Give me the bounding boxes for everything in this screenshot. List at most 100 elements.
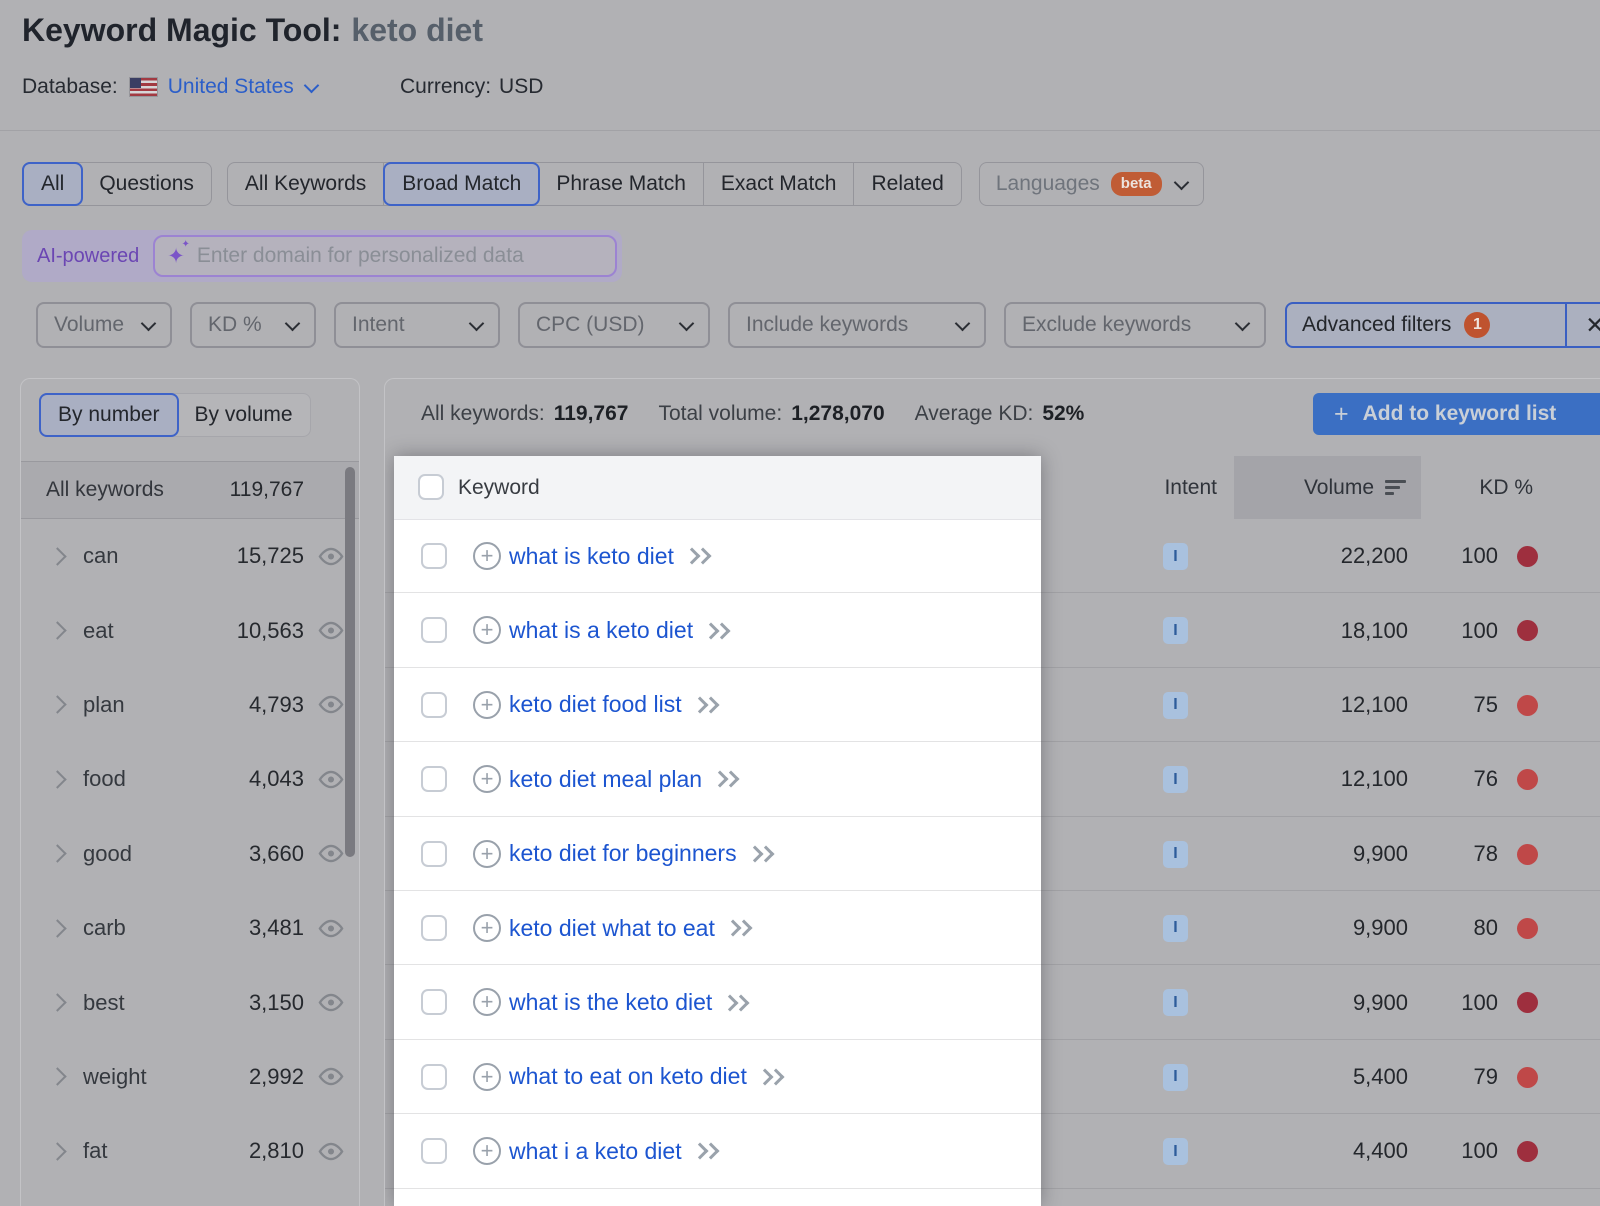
database-value-link[interactable]: United States xyxy=(168,75,294,99)
sidebar-group-row[interactable]: fat 2,810 xyxy=(21,1114,359,1188)
row-checkbox[interactable] xyxy=(421,692,447,718)
advanced-filters-close-button[interactable]: ✕ xyxy=(1565,304,1600,346)
keyword-link[interactable]: what is keto diet xyxy=(509,519,709,593)
column-header-keyword[interactable]: Keyword xyxy=(458,456,540,519)
tab-phrase-match[interactable]: Phrase Match xyxy=(539,163,704,205)
row-checkbox[interactable] xyxy=(421,543,447,569)
add-to-keyword-list-button[interactable]: + Add to keyword list xyxy=(1313,393,1600,435)
keyword-link[interactable]: what i a keto diet xyxy=(509,1114,717,1188)
eye-icon[interactable] xyxy=(317,1141,345,1161)
row-checkbox[interactable] xyxy=(421,1138,447,1164)
chevron-down-icon xyxy=(141,315,157,331)
add-keyword-icon[interactable] xyxy=(473,988,501,1016)
row-checkbox[interactable] xyxy=(421,1064,447,1090)
advanced-filters-button[interactable]: Advanced filters 1 xyxy=(1287,304,1565,346)
eye-icon[interactable] xyxy=(317,993,345,1013)
sidebar-group-row[interactable]: weight 2,992 xyxy=(21,1040,359,1114)
table-row: what is keto diet I 22,200 100 xyxy=(385,519,1600,593)
domain-input[interactable] xyxy=(195,243,603,269)
eye-icon[interactable] xyxy=(317,546,345,566)
chevron-right-icon[interactable] xyxy=(48,1142,66,1160)
tab-exact-match[interactable]: Exact Match xyxy=(704,163,855,205)
tab-questions[interactable]: Questions xyxy=(82,163,211,205)
tab-related[interactable]: Related xyxy=(854,163,960,205)
keywords-table-panel: All keywords: 119,767 Total volume: 1,27… xyxy=(384,378,1600,1206)
keyword-link[interactable]: keto diet what to eat xyxy=(509,891,750,965)
tab-all[interactable]: All xyxy=(22,162,83,206)
add-keyword-icon[interactable] xyxy=(473,616,501,644)
database-label: Database: xyxy=(22,75,118,99)
kd-dot xyxy=(1517,546,1538,567)
column-header-kd[interactable]: KD % xyxy=(1479,456,1533,519)
eye-icon[interactable] xyxy=(317,1067,345,1087)
tab-broad-match[interactable]: Broad Match xyxy=(383,162,540,206)
chevron-right-icon[interactable] xyxy=(48,919,66,937)
keyword-link[interactable]: what is the keto diet xyxy=(509,965,747,1039)
sidebar-group-row[interactable]: carb 3,481 xyxy=(21,891,359,965)
add-keyword-icon[interactable] xyxy=(473,691,501,719)
sidebar-group-row[interactable]: can 15,725 xyxy=(21,519,359,593)
toggle-by-number[interactable]: By number xyxy=(39,393,179,437)
sidebar-group-row[interactable]: food 4,043 xyxy=(21,742,359,816)
add-keyword-icon[interactable] xyxy=(473,840,501,868)
sidebar-group-row[interactable]: best 3,150 xyxy=(21,965,359,1039)
add-keyword-icon[interactable] xyxy=(473,1137,501,1165)
eye-icon[interactable] xyxy=(317,918,345,938)
sidebar-group-row[interactable]: eat 10,563 xyxy=(21,593,359,667)
kd-dot xyxy=(1517,1067,1538,1088)
chevron-right-icon[interactable] xyxy=(48,696,66,714)
chevron-down-icon[interactable] xyxy=(304,77,320,93)
domain-input-wrap[interactable]: ✦ xyxy=(153,235,617,277)
row-checkbox[interactable] xyxy=(421,841,447,867)
volume-filter-dropdown[interactable]: Volume xyxy=(36,302,172,348)
double-chevron-icon xyxy=(727,922,750,934)
languages-dropdown[interactable]: Languages beta xyxy=(979,162,1204,206)
kd-filter-dropdown[interactable]: KD % xyxy=(190,302,316,348)
eye-icon[interactable] xyxy=(317,695,345,715)
add-keyword-icon[interactable] xyxy=(473,542,501,570)
row-checkbox[interactable] xyxy=(421,915,447,941)
kd-dot xyxy=(1517,1141,1538,1162)
sidebar-group-row[interactable]: plan 4,793 xyxy=(21,668,359,742)
sidebar-scrollbar[interactable] xyxy=(345,467,355,857)
kd-dot xyxy=(1517,769,1538,790)
select-all-checkbox[interactable] xyxy=(418,474,444,500)
exclude-keywords-dropdown[interactable]: Exclude keywords xyxy=(1004,302,1266,348)
sidebar-group-row[interactable]: good 3,660 xyxy=(21,817,359,891)
chevron-right-icon[interactable] xyxy=(48,621,66,639)
toggle-by-volume[interactable]: By volume xyxy=(178,394,310,436)
chevron-right-icon[interactable] xyxy=(48,547,66,565)
keyword-link[interactable]: keto diet meal plan xyxy=(509,742,737,816)
eye-icon[interactable] xyxy=(317,844,345,864)
add-keyword-icon[interactable] xyxy=(473,765,501,793)
chevron-right-icon[interactable] xyxy=(48,845,66,863)
column-header-volume[interactable]: Volume xyxy=(1234,456,1421,519)
filters-row: Volume KD % Intent CPC (USD) Include key… xyxy=(36,302,1266,348)
eye-icon[interactable] xyxy=(317,769,345,789)
add-keyword-icon[interactable] xyxy=(473,1063,501,1091)
ai-powered-label: AI-powered xyxy=(37,245,139,268)
currency-row: Currency: USD xyxy=(400,72,543,102)
row-checkbox[interactable] xyxy=(421,989,447,1015)
intent-filter-dropdown[interactable]: Intent xyxy=(334,302,500,348)
keyword-link[interactable]: keto diet for beginners xyxy=(509,817,772,891)
column-header-intent[interactable]: Intent xyxy=(1164,456,1217,519)
all-keywords-group-header[interactable]: All keywords 119,767 xyxy=(21,461,359,519)
tab-all-keywords[interactable]: All Keywords xyxy=(228,163,384,205)
chevron-right-icon[interactable] xyxy=(48,993,66,1011)
eye-icon[interactable] xyxy=(317,621,345,641)
add-keyword-icon[interactable] xyxy=(473,914,501,942)
table-row: keto diet meal plan I 12,100 76 xyxy=(385,742,1600,816)
keyword-link[interactable]: what to eat on keto diet xyxy=(509,1040,782,1114)
include-keywords-dropdown[interactable]: Include keywords xyxy=(728,302,986,348)
chevron-right-icon[interactable] xyxy=(48,770,66,788)
chevron-right-icon[interactable] xyxy=(48,1068,66,1086)
cpc-filter-dropdown[interactable]: CPC (USD) xyxy=(518,302,710,348)
group-name: food xyxy=(83,766,126,792)
keyword-link[interactable]: what is a keto diet xyxy=(509,593,728,667)
group-count: 15,725 xyxy=(237,543,304,569)
keyword-link[interactable]: keto diet food list xyxy=(509,668,717,742)
row-checkbox[interactable] xyxy=(421,766,447,792)
row-checkbox[interactable] xyxy=(421,617,447,643)
kd-value: 100 xyxy=(1461,519,1498,593)
